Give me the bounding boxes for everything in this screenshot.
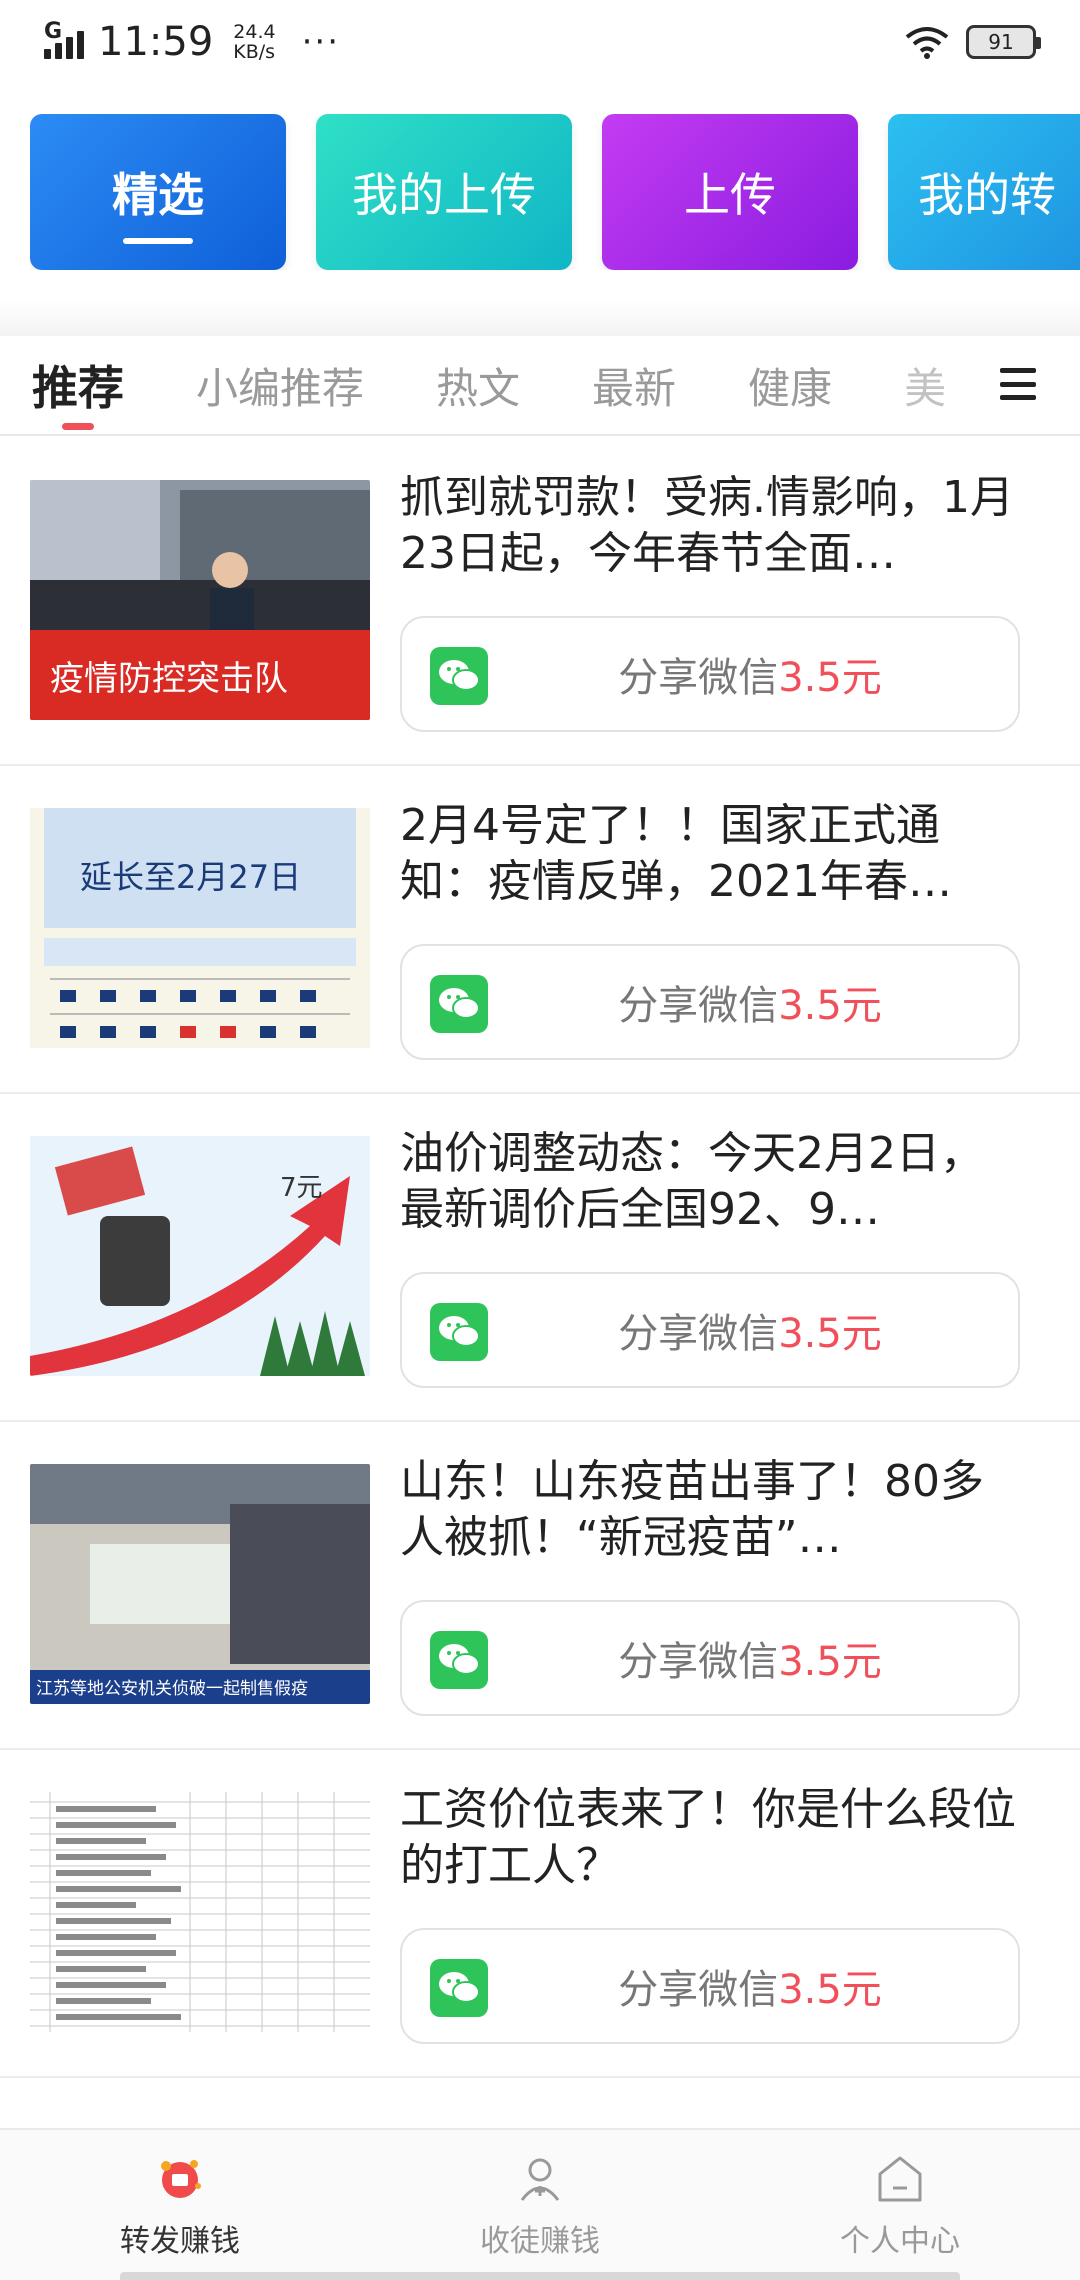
card-featured-label: 精选	[112, 168, 204, 222]
card-featured[interactable]: 精选	[30, 114, 286, 270]
card-my-uploads-label: 我的上传	[352, 168, 536, 222]
article-title[interactable]: 山东！山东疫苗出事了！80多人被抓！“新冠疫苗”…	[400, 1454, 1020, 1566]
card-my-forwards[interactable]: 我的转	[888, 114, 1080, 270]
share-wechat-button[interactable]: 分享微信3.5元	[400, 944, 1020, 1060]
network-type-label: G	[44, 19, 63, 44]
section-divider	[0, 300, 1080, 336]
network-speed-value: 24.4	[233, 21, 276, 43]
top-section-cards: 精选 我的上传 上传 我的转	[30, 114, 1080, 270]
thumbnail-caption: 7元	[280, 1173, 323, 1203]
home-profile-icon	[878, 2156, 922, 2202]
status-bar: G 11:59 24.4 KB/s ··· 91	[0, 0, 1080, 84]
signal-icon: G	[44, 19, 84, 59]
share-label: 分享微信	[618, 1311, 779, 1357]
bottom-navigation: 转发赚钱 收徒赚钱 个人中心	[0, 2128, 1080, 2280]
share-label: 分享微信	[618, 983, 779, 1029]
active-tab-indicator	[62, 423, 94, 430]
article-thumbnail[interactable]: 7元	[30, 1136, 370, 1376]
share-wechat-button[interactable]: 分享微信3.5元	[400, 1928, 1020, 2044]
tab-editor-picks-label: 小编推荐	[196, 363, 365, 413]
article-title[interactable]: 工资价位表来了！你是什么段位的打工人？	[400, 1782, 1020, 1894]
card-my-forwards-label: 我的转	[918, 168, 1056, 222]
article-item[interactable]: 7元 油价调整动态：今天2月2日，最新调价后全国92、9… 分享微信3.5元	[0, 1094, 1080, 1422]
card-my-uploads[interactable]: 我的上传	[316, 114, 572, 270]
share-text: 分享微信3.5元	[402, 1629, 1018, 1687]
reward-amount: 3.5元	[778, 983, 882, 1029]
article-thumbnail[interactable]: 江苏等地公安机关侦破一起制售假疫	[30, 1464, 370, 1704]
tab-recommended[interactable]: 推荐	[32, 336, 124, 434]
article-thumbnail[interactable]	[30, 1792, 370, 2032]
battery-icon: 91	[966, 25, 1041, 59]
tab-recommended-label: 推荐	[32, 361, 124, 415]
article-title[interactable]: 油价调整动态：今天2月2日，最新调价后全国92、9…	[400, 1126, 1020, 1238]
recruit-icon	[520, 2158, 560, 2201]
reward-amount: 3.5元	[778, 1639, 882, 1685]
share-text: 分享微信3.5元	[402, 973, 1018, 1031]
share-label: 分享微信	[618, 655, 779, 701]
reward-amount: 3.5元	[778, 1967, 882, 2013]
battery-level: 91	[988, 30, 1014, 54]
category-tab-bar: 推荐 小编推荐 热文 最新 健康 美	[0, 336, 1080, 436]
tab-latest-label: 最新	[592, 363, 677, 413]
card-upload-label: 上传	[684, 168, 776, 222]
card-upload[interactable]: 上传	[602, 114, 858, 270]
thumbnail-caption: 江苏等地公安机关侦破一起制售假疫	[36, 1679, 308, 1699]
article-thumbnail[interactable]: 延长至2月27日	[30, 808, 370, 1048]
tab-health[interactable]: 健康	[748, 336, 832, 434]
tab-hot-label: 热文	[436, 363, 521, 413]
thumbnail-caption: 延长至2月27日	[80, 858, 301, 896]
more-notifications-icon: ···	[301, 22, 341, 62]
share-wechat-button[interactable]: 分享微信3.5元	[400, 1600, 1020, 1716]
nav-forward-earn[interactable]: 转发赚钱	[0, 2130, 360, 2280]
nav-forward-earn-label: 转发赚钱	[120, 2224, 240, 2259]
tab-health-label: 健康	[748, 363, 833, 413]
article-thumbnail[interactable]: 疫情防控突击队	[30, 480, 370, 720]
tab-beauty[interactable]: 美	[904, 336, 946, 434]
article-feed: 疫情防控突击队 抓到就罚款！受病.情影响，1月23日起，今年春节全面… 分享微信…	[0, 438, 1080, 2078]
nav-recruit-earn[interactable]: 收徒赚钱	[360, 2130, 720, 2280]
article-item[interactable]: 江苏等地公安机关侦破一起制售假疫 山东！山东疫苗出事了！80多人被抓！“新冠疫苗…	[0, 1422, 1080, 1750]
nav-personal-center-label: 个人中心	[840, 2224, 960, 2259]
card-selected-indicator	[123, 238, 193, 244]
share-label: 分享微信	[618, 1639, 779, 1685]
share-text: 分享微信3.5元	[402, 1957, 1018, 2015]
network-speed-unit: KB/s	[233, 41, 276, 63]
article-item[interactable]: 疫情防控突击队 抓到就罚款！受病.情影响，1月23日起，今年春节全面… 分享微信…	[0, 438, 1080, 766]
share-wechat-button[interactable]: 分享微信3.5元	[400, 1272, 1020, 1388]
article-title[interactable]: 抓到就罚款！受病.情影响，1月23日起，今年春节全面…	[400, 470, 1020, 582]
network-speed: 24.4 KB/s	[233, 22, 275, 62]
clock: 11:59	[98, 19, 214, 65]
system-gesture-bar	[120, 2272, 960, 2280]
menu-icon[interactable]	[1000, 366, 1036, 402]
tab-beauty-label: 美	[904, 363, 947, 413]
wifi-icon	[905, 27, 949, 59]
reward-amount: 3.5元	[778, 655, 882, 701]
article-item[interactable]: 延长至2月27日 2月4号定了！！国家正式通知：疫情反弹，2021年春… 分享微…	[0, 766, 1080, 1094]
share-text: 分享微信3.5元	[402, 1301, 1018, 1359]
tab-hot[interactable]: 热文	[436, 336, 520, 434]
nav-personal-center[interactable]: 个人中心	[720, 2130, 1080, 2280]
share-text: 分享微信3.5元	[402, 645, 1018, 703]
forward-earn-icon	[161, 2160, 201, 2198]
tab-editor-picks[interactable]: 小编推荐	[196, 336, 364, 434]
article-item[interactable]: 工资价位表来了！你是什么段位的打工人？ 分享微信3.5元	[0, 1750, 1080, 2078]
share-wechat-button[interactable]: 分享微信3.5元	[400, 616, 1020, 732]
article-title[interactable]: 2月4号定了！！国家正式通知：疫情反弹，2021年春…	[400, 798, 1020, 910]
reward-amount: 3.5元	[778, 1311, 882, 1357]
nav-recruit-earn-label: 收徒赚钱	[480, 2224, 600, 2259]
tab-latest[interactable]: 最新	[592, 336, 676, 434]
share-label: 分享微信	[618, 1967, 779, 2013]
thumbnail-caption: 疫情防控突击队	[50, 659, 288, 699]
